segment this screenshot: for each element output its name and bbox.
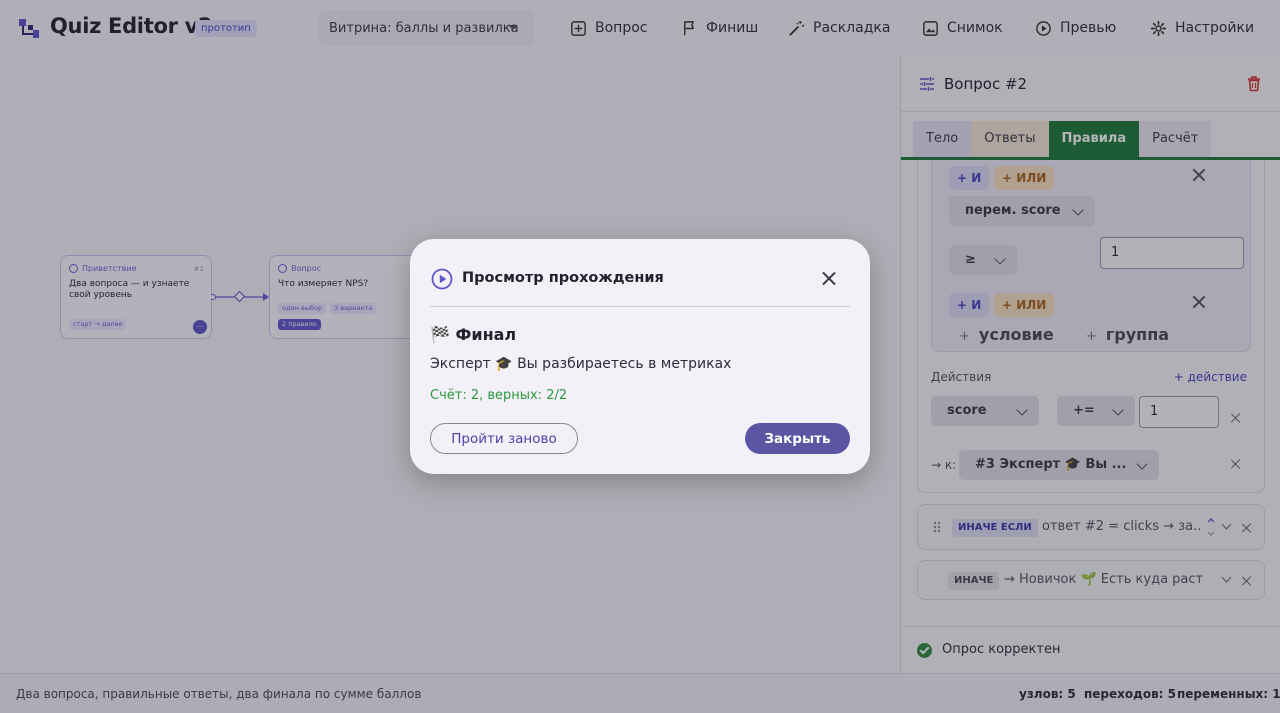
final-text: Эксперт 🎓 Вы разбираетесь в метриках [430,356,732,372]
close-button[interactable]: Закрыть [745,423,850,454]
play-circle-icon [431,268,453,290]
preview-dialog: Просмотр прохождения 🏁 Финал Эксперт 🎓 В… [410,239,870,474]
dialog-title: Просмотр прохождения [462,270,664,286]
restart-button[interactable]: Пройти заново [430,423,578,454]
final-heading: 🏁 Финал [430,325,517,344]
score-text: Счёт: 2, верных: 2/2 [430,388,568,403]
dialog-divider [430,306,850,307]
close-icon[interactable] [822,272,836,286]
